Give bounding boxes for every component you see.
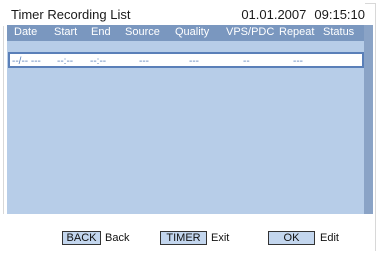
column-header-source: Source (125, 26, 160, 38)
row-end: --:-- (90, 56, 107, 67)
title-bar: Timer Recording List 01.01.2007 09:15:10 (3, 3, 365, 26)
column-header-date: Date (14, 26, 38, 38)
column-header-quality: Quality (175, 26, 210, 38)
table-header: Date Start End Source Quality VPS/PDC Re… (7, 25, 364, 41)
row-quality: --- (189, 56, 199, 67)
timer-key-button[interactable]: TIMER (160, 231, 207, 245)
row-start: --:-- (57, 56, 74, 67)
column-header-repeat: Repeat (279, 26, 315, 38)
ok-key-label: Edit (320, 232, 339, 244)
row-vps-pdc: -- (243, 56, 250, 67)
back-key-label: Back (105, 232, 130, 244)
column-header-vps-pdc: VPS/PDC (226, 26, 275, 38)
row-date: --/-- --- (12, 56, 41, 67)
page-title: Timer Recording List (11, 7, 131, 22)
row-repeat: --- (293, 56, 303, 67)
list-scrollbar[interactable] (364, 25, 373, 214)
datetime-display: 01.01.2007 09:15:10 (241, 7, 365, 22)
row-source: --- (139, 56, 149, 67)
column-header-start: Start (54, 26, 78, 38)
ok-key-button[interactable]: OK (268, 231, 315, 245)
column-header-status: Status (323, 26, 355, 38)
current-date: 01.01.2007 (241, 7, 307, 22)
back-key-button[interactable]: BACK (62, 231, 101, 245)
timer-key-label: Exit (211, 232, 230, 244)
current-time: 09:15:10 (314, 7, 365, 22)
column-header-end: End (91, 26, 111, 38)
